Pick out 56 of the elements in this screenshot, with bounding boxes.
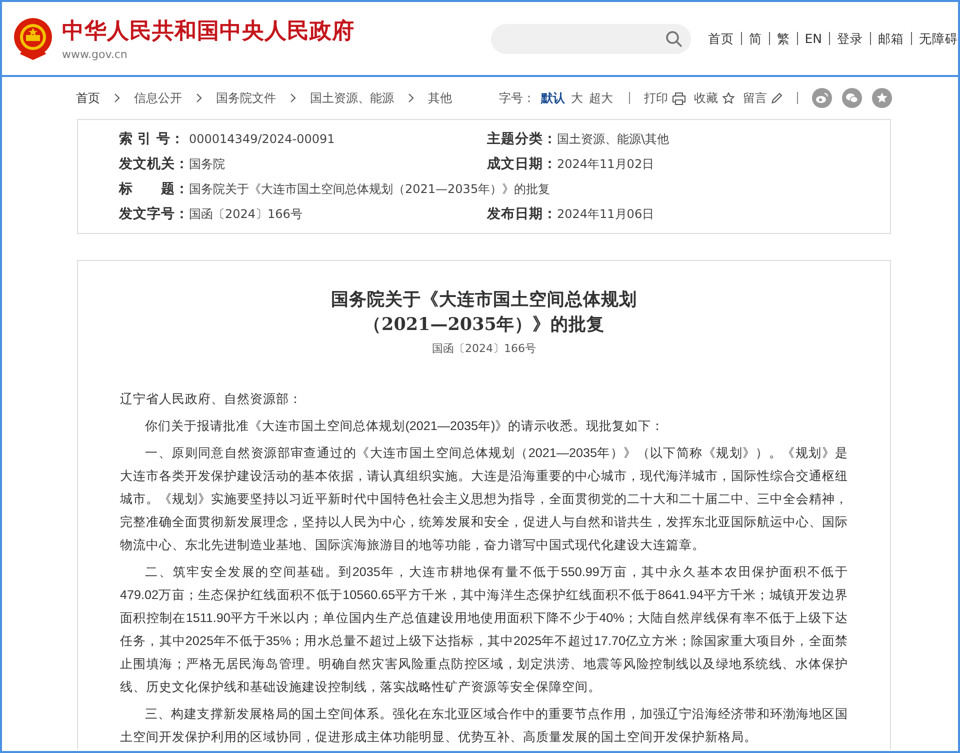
field-value: 000014349/2024-00091 [189,132,335,146]
font-size-label: 字号： [499,90,535,106]
pencil-icon [771,92,783,104]
weibo-share-icon[interactable] [812,88,832,108]
breadcrumb-link[interactable]: 信息公开 [134,90,182,106]
breadcrumb-link[interactable]: 国务院文件 [216,90,276,106]
paragraph: 三、构建支撑新发展格局的国土空间体系。强化在东北亚区域合作中的重要节点作用，加强辽宁沿海经济带和环渤海地区国土空间开发保护利用的区域协同，促进形成主体功能明显、优势互补、高质量发展的国土空间开发保护新格局。 [120,706,848,746]
star-share-icon[interactable] [872,88,892,108]
field-label: 发文机关： [119,155,189,173]
paragraph: 辽宁省人民政府、自然资源部： [120,391,303,408]
field-label: 主题分类： [487,130,557,148]
comment-button[interactable]: 留言 [743,90,783,106]
breadcrumb-link[interactable]: 其他 [428,90,452,106]
article-title-line: 国务院关于《大连市国土空间总体规划 [330,288,638,312]
nav-link[interactable]: 首页 [700,32,741,45]
printer-icon [672,92,686,104]
nav-link[interactable]: 繁 [768,32,797,45]
print-button[interactable]: 打印 [644,90,686,106]
search-field[interactable] [490,24,691,54]
chevron-icon [114,93,120,103]
font-size-option[interactable]: 大 [571,90,583,106]
breadcrumb-link[interactable]: 国土资源、能源 [310,90,394,106]
field-label: 标 题： [119,180,189,198]
field-label: 发文字号： [119,205,189,223]
field-value: 国务院 [189,156,225,173]
wechat-share-icon[interactable] [842,88,862,108]
field-label: 发布日期： [487,205,557,223]
star-icon [722,92,735,104]
field-label: 索 引 号： [119,130,186,148]
paragraph: 一、原则同意自然资源部审查通过的《大连市国土空间总体规划（2021—2035年）》（以下简称《规划》）。《规划》是大连市各类开发保护建设活动的基本依据，请认真组织实施。大连是沿海重要的中心城市，现代海洋城市，国际性综合交通枢纽城市。《规划》实施要坚持以习近平新时代中国特色社会主义思想为指导，全面贯彻党的二十大和二十届二中、三中全会精神，完整准确全面贯彻新发展理念，坚持以人民为中心，统筹发展和安全，促进人与自然和谐共生，发挥东北亚国际航运中心、国际物流中心、东北先进制造业基地、国际滨海旅游目的地等功能，奋力谱写中国式现代化建设大连篇章。 [120,445,848,554]
field-label: 成文日期： [487,155,557,173]
field-value: 国函〔2024〕166号 [189,206,302,223]
paragraph: 二、筑牢安全发展的空间基础。到2035年，大连市耕地保有量不低于550.99万亩，其中永久基本农田保护面积不低于479.02万亩；生态保护红线面积不低于10560.65平方千米，其中海洋生态保护红线面积不低于8641.94平方千米；城镇开发边界面积控制在1511.90平方千米以内；单位国内生产总值建设用地使用面积下降不少于40%；大陆自然岸线保有率不低于上级下达任务，其中2025年不低于35%；用水总量不超过上级下达指标，其中2025年不超过17.70亿立方米；除国家重大项目外，全面禁止围填海；严格无居民海岛管理。明确自然灾害风险重点防控区域，划定洪涝、地震等风险控制线以及绿地系统线、水体保护线、历史文化保护线和基础设施建设控制线，落实战略性矿产资源等安全保障空间。 [120,564,848,696]
nav-link[interactable]: EN [796,32,829,45]
nav-link[interactable]: 邮箱 [870,32,911,45]
article-title-line: （2021—2035年）》的批复 [362,314,606,337]
nav-link[interactable]: 无障碍 [911,32,958,45]
chevron-icon [290,93,296,103]
chevron-icon [196,93,202,103]
font-size-option[interactable]: 默认 [541,90,565,106]
field-value: 国土资源、能源\其他 [557,131,670,148]
chevron-icon [408,93,414,103]
site-title[interactable]: 中华人民共和国中央人民政府 [62,16,354,46]
favorite-button[interactable]: 收藏 [694,90,735,106]
field-value: 2024年11月02日 [557,156,654,173]
field-value: 2024年11月06日 [557,206,654,223]
field-value: 国务院关于《大连市国土空间总体规划（2021—2035年）》的批复 [189,181,550,198]
breadcrumb-link[interactable]: 首页 [76,90,100,106]
font-size-option[interactable]: 超大 [589,90,613,106]
nav-link[interactable]: 简 [740,32,769,45]
nav-link[interactable]: 登录 [829,32,870,45]
search-icon[interactable] [664,30,683,48]
document-number: 国函〔2024〕166号 [432,342,536,355]
emblem-icon [12,16,54,62]
site-url: www.gov.cn [62,48,128,61]
paragraph: 你们关于报请批准《大连市国土空间总体规划(2021—2035年)》的请示收悉。现批复如下： [144,418,666,435]
